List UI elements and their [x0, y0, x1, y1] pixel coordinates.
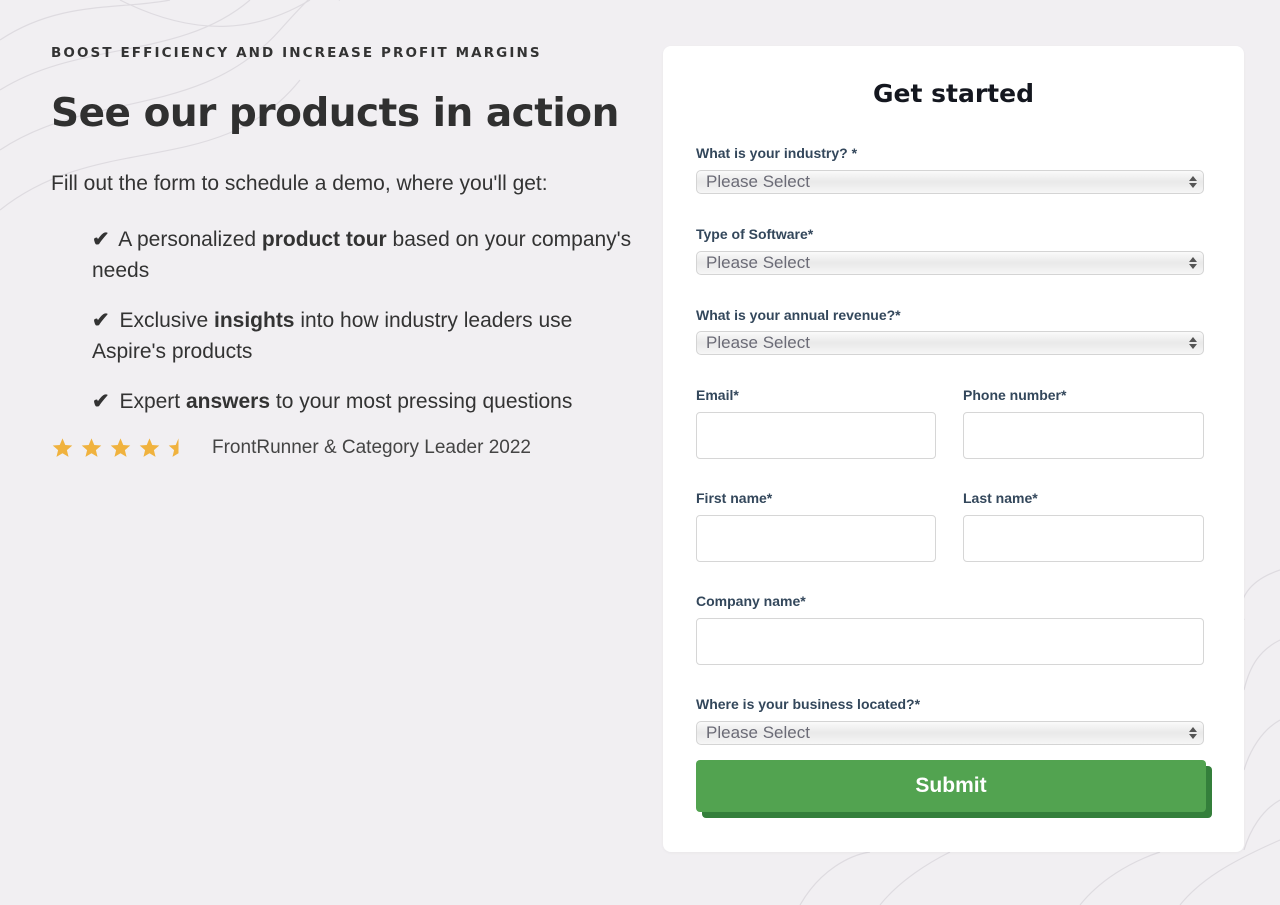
benefit-text: A personalized [113, 228, 262, 251]
first-name-field-group: First name* [696, 490, 936, 562]
benefit-text: Expert [113, 390, 186, 413]
rating-label: FrontRunner & Category Leader 2022 [212, 437, 531, 458]
checkmark-icon: ✔ [92, 228, 110, 251]
first-name-input[interactable] [696, 515, 936, 562]
email-input[interactable] [696, 412, 936, 459]
star-full-icon [52, 438, 73, 457]
last-name-input[interactable] [963, 515, 1204, 562]
company-input[interactable] [696, 618, 1204, 665]
phone-field-group: Phone number* [963, 387, 1204, 459]
hero-section: BOOST EFFICIENCY AND INCREASE PROFIT MAR… [51, 45, 641, 459]
software-select-value: Please Select [706, 253, 810, 272]
last-name-label: Last name* [963, 490, 1038, 506]
intro-text: Fill out the form to schedule a demo, wh… [51, 172, 548, 195]
company-label: Company name* [696, 593, 806, 609]
revenue-label: What is your annual revenue?* [696, 307, 901, 323]
star-rating [51, 437, 190, 459]
eyebrow-text: BOOST EFFICIENCY AND INCREASE PROFIT MAR… [51, 45, 542, 61]
email-label: Email* [696, 387, 739, 403]
benefit-highlight: answers [185, 390, 271, 413]
email-field-group: Email* [696, 387, 936, 459]
software-field: Type of Software* Please Select [696, 226, 1204, 276]
select-arrows-icon [1189, 337, 1197, 349]
location-label: Where is your business located?* [696, 696, 921, 712]
star-full-icon [139, 438, 160, 457]
submit-button[interactable]: Submit [696, 760, 1206, 812]
star-full-icon [81, 438, 102, 457]
submit-wrapper: Submit [696, 760, 1212, 818]
software-select[interactable]: Please Select [696, 251, 1204, 275]
last-name-field-group: Last name* [963, 490, 1204, 562]
revenue-select-value: Please Select [706, 333, 810, 352]
industry-label: What is your industry? * [696, 145, 858, 161]
star-full-icon [110, 438, 131, 457]
location-select-value: Please Select [706, 723, 810, 742]
page-headline: See our products in action [51, 91, 619, 136]
benefit-highlight: product tour [261, 228, 387, 251]
benefit-item: ✔ A personalized product tour based on y… [92, 224, 641, 286]
benefit-highlight: insights [213, 309, 295, 332]
select-arrows-icon [1189, 727, 1197, 739]
phone-input[interactable] [963, 412, 1204, 459]
revenue-field: What is your annual revenue?* Please Sel… [696, 307, 1204, 357]
demo-request-form: Get started What is your industry? * Ple… [663, 46, 1244, 852]
select-arrows-icon [1189, 176, 1197, 188]
company-field-group: Company name* [696, 593, 1204, 665]
benefits-list: ✔ A personalized product tour based on y… [51, 224, 641, 417]
phone-label: Phone number* [963, 387, 1067, 403]
rating-row: FrontRunner & Category Leader 2022 [51, 437, 641, 459]
star-half-icon [168, 438, 179, 457]
industry-field: What is your industry? * Please Select [696, 145, 1204, 195]
industry-select[interactable]: Please Select [696, 170, 1204, 194]
software-label: Type of Software* [696, 226, 814, 242]
industry-select-value: Please Select [706, 172, 810, 191]
location-field: Where is your business located?* Please … [696, 696, 1204, 746]
revenue-select[interactable]: Please Select [696, 331, 1204, 355]
first-name-label: First name* [696, 490, 773, 506]
benefit-item: ✔ Expert answers to your most pressing q… [92, 386, 641, 417]
checkmark-icon: ✔ [92, 390, 110, 413]
select-arrows-icon [1189, 257, 1197, 269]
location-select[interactable]: Please Select [696, 721, 1204, 745]
benefit-item: ✔ Exclusive insights into how industry l… [92, 305, 641, 367]
form-title: Get started [873, 79, 1034, 108]
benefit-text: Exclusive [113, 309, 214, 332]
benefit-text: to your most pressing questions [270, 390, 573, 413]
checkmark-icon: ✔ [92, 309, 110, 332]
